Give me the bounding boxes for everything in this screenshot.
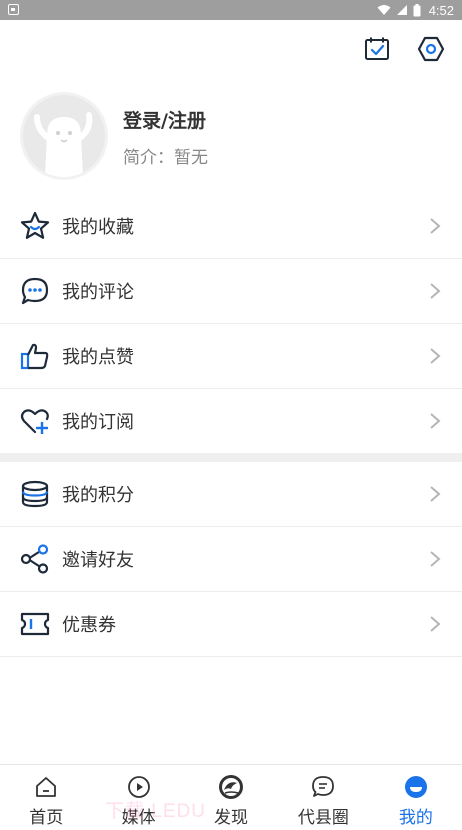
menu-item-points[interactable]: 我的积分 (0, 462, 462, 527)
menu-item-label: 我的积分 (62, 485, 134, 506)
calendar-check-icon (365, 37, 389, 60)
home-icon (33, 774, 59, 800)
chevron-right-icon (430, 551, 441, 567)
menu-item-label: 邀请好友 (62, 550, 134, 571)
menu-item-comments[interactable]: 我的评论 (0, 259, 462, 324)
section-divider (0, 453, 462, 462)
profile-bio: 简介：暂无 (123, 148, 208, 168)
menu-item-label: 我的评论 (62, 282, 134, 303)
comment-icon (19, 275, 51, 307)
tab-label: 代县圈 (297, 808, 349, 828)
chevron-right-icon (430, 413, 441, 429)
tab-label: 媒体 (121, 808, 156, 828)
notification-icon (8, 4, 19, 15)
play-icon (126, 774, 152, 800)
profile-header[interactable]: 登录/注册 简介：暂无 (20, 92, 440, 182)
share-icon (19, 543, 51, 575)
menu-item-label: 优惠券 (62, 615, 116, 636)
chat-bubble-icon (310, 774, 336, 800)
coin-stack-icon (19, 478, 51, 510)
menu-item-label: 我的收藏 (62, 217, 134, 238)
menu-group-rewards: 我的积分 邀请好友 优惠券 (0, 462, 462, 657)
gear-icon (417, 36, 445, 62)
status-bar: 4:52 (0, 0, 462, 20)
status-time: 4:52 (428, 2, 454, 18)
menu-group-activity: 我的收藏 我的评论 我的点赞 我的订阅 (0, 194, 462, 454)
menu-item-subscriptions[interactable]: 我的订阅 (0, 389, 462, 454)
tab-home[interactable]: 首页 (0, 765, 92, 830)
bottom-tab-bar: 首页 媒体 发现 代县圈 我的 (0, 764, 462, 830)
tab-mine[interactable]: 我的 (370, 765, 462, 830)
tab-label: 我的 (398, 808, 433, 828)
avatar[interactable] (20, 92, 108, 180)
ghost-avatar-icon (34, 112, 93, 177)
menu-item-invite-friends[interactable]: 邀请好友 (0, 527, 462, 592)
login-register-link[interactable]: 登录/注册 (123, 106, 206, 133)
header-actions (362, 34, 446, 64)
menu-item-coupons[interactable]: 优惠券 (0, 592, 462, 657)
check-in-button[interactable] (362, 34, 392, 64)
menu-item-favorites[interactable]: 我的收藏 (0, 194, 462, 259)
chevron-right-icon (430, 486, 441, 502)
battery-icon (413, 3, 421, 16)
star-icon (19, 210, 51, 242)
discover-icon (218, 774, 244, 800)
thumbs-up-icon (19, 340, 51, 372)
wifi-icon (377, 5, 391, 15)
menu-item-label: 我的点赞 (62, 347, 134, 368)
tab-discover[interactable]: 发现 (185, 765, 277, 830)
tab-label: 首页 (29, 808, 64, 828)
tab-media[interactable]: 媒体 (92, 765, 184, 830)
chevron-right-icon (430, 348, 441, 364)
status-indicators: 4:52 (377, 0, 454, 20)
heart-plus-icon (19, 405, 51, 437)
settings-button[interactable] (416, 34, 446, 64)
profile-icon (403, 774, 429, 800)
tab-label: 发现 (214, 808, 249, 828)
ticket-icon (19, 608, 51, 640)
chevron-right-icon (430, 283, 441, 299)
signal-icon (396, 5, 407, 15)
chevron-right-icon (430, 616, 441, 632)
tab-county-circle[interactable]: 代县圈 (277, 765, 369, 830)
menu-item-label: 我的订阅 (62, 412, 134, 433)
chevron-right-icon (430, 218, 441, 234)
menu-item-likes[interactable]: 我的点赞 (0, 324, 462, 389)
